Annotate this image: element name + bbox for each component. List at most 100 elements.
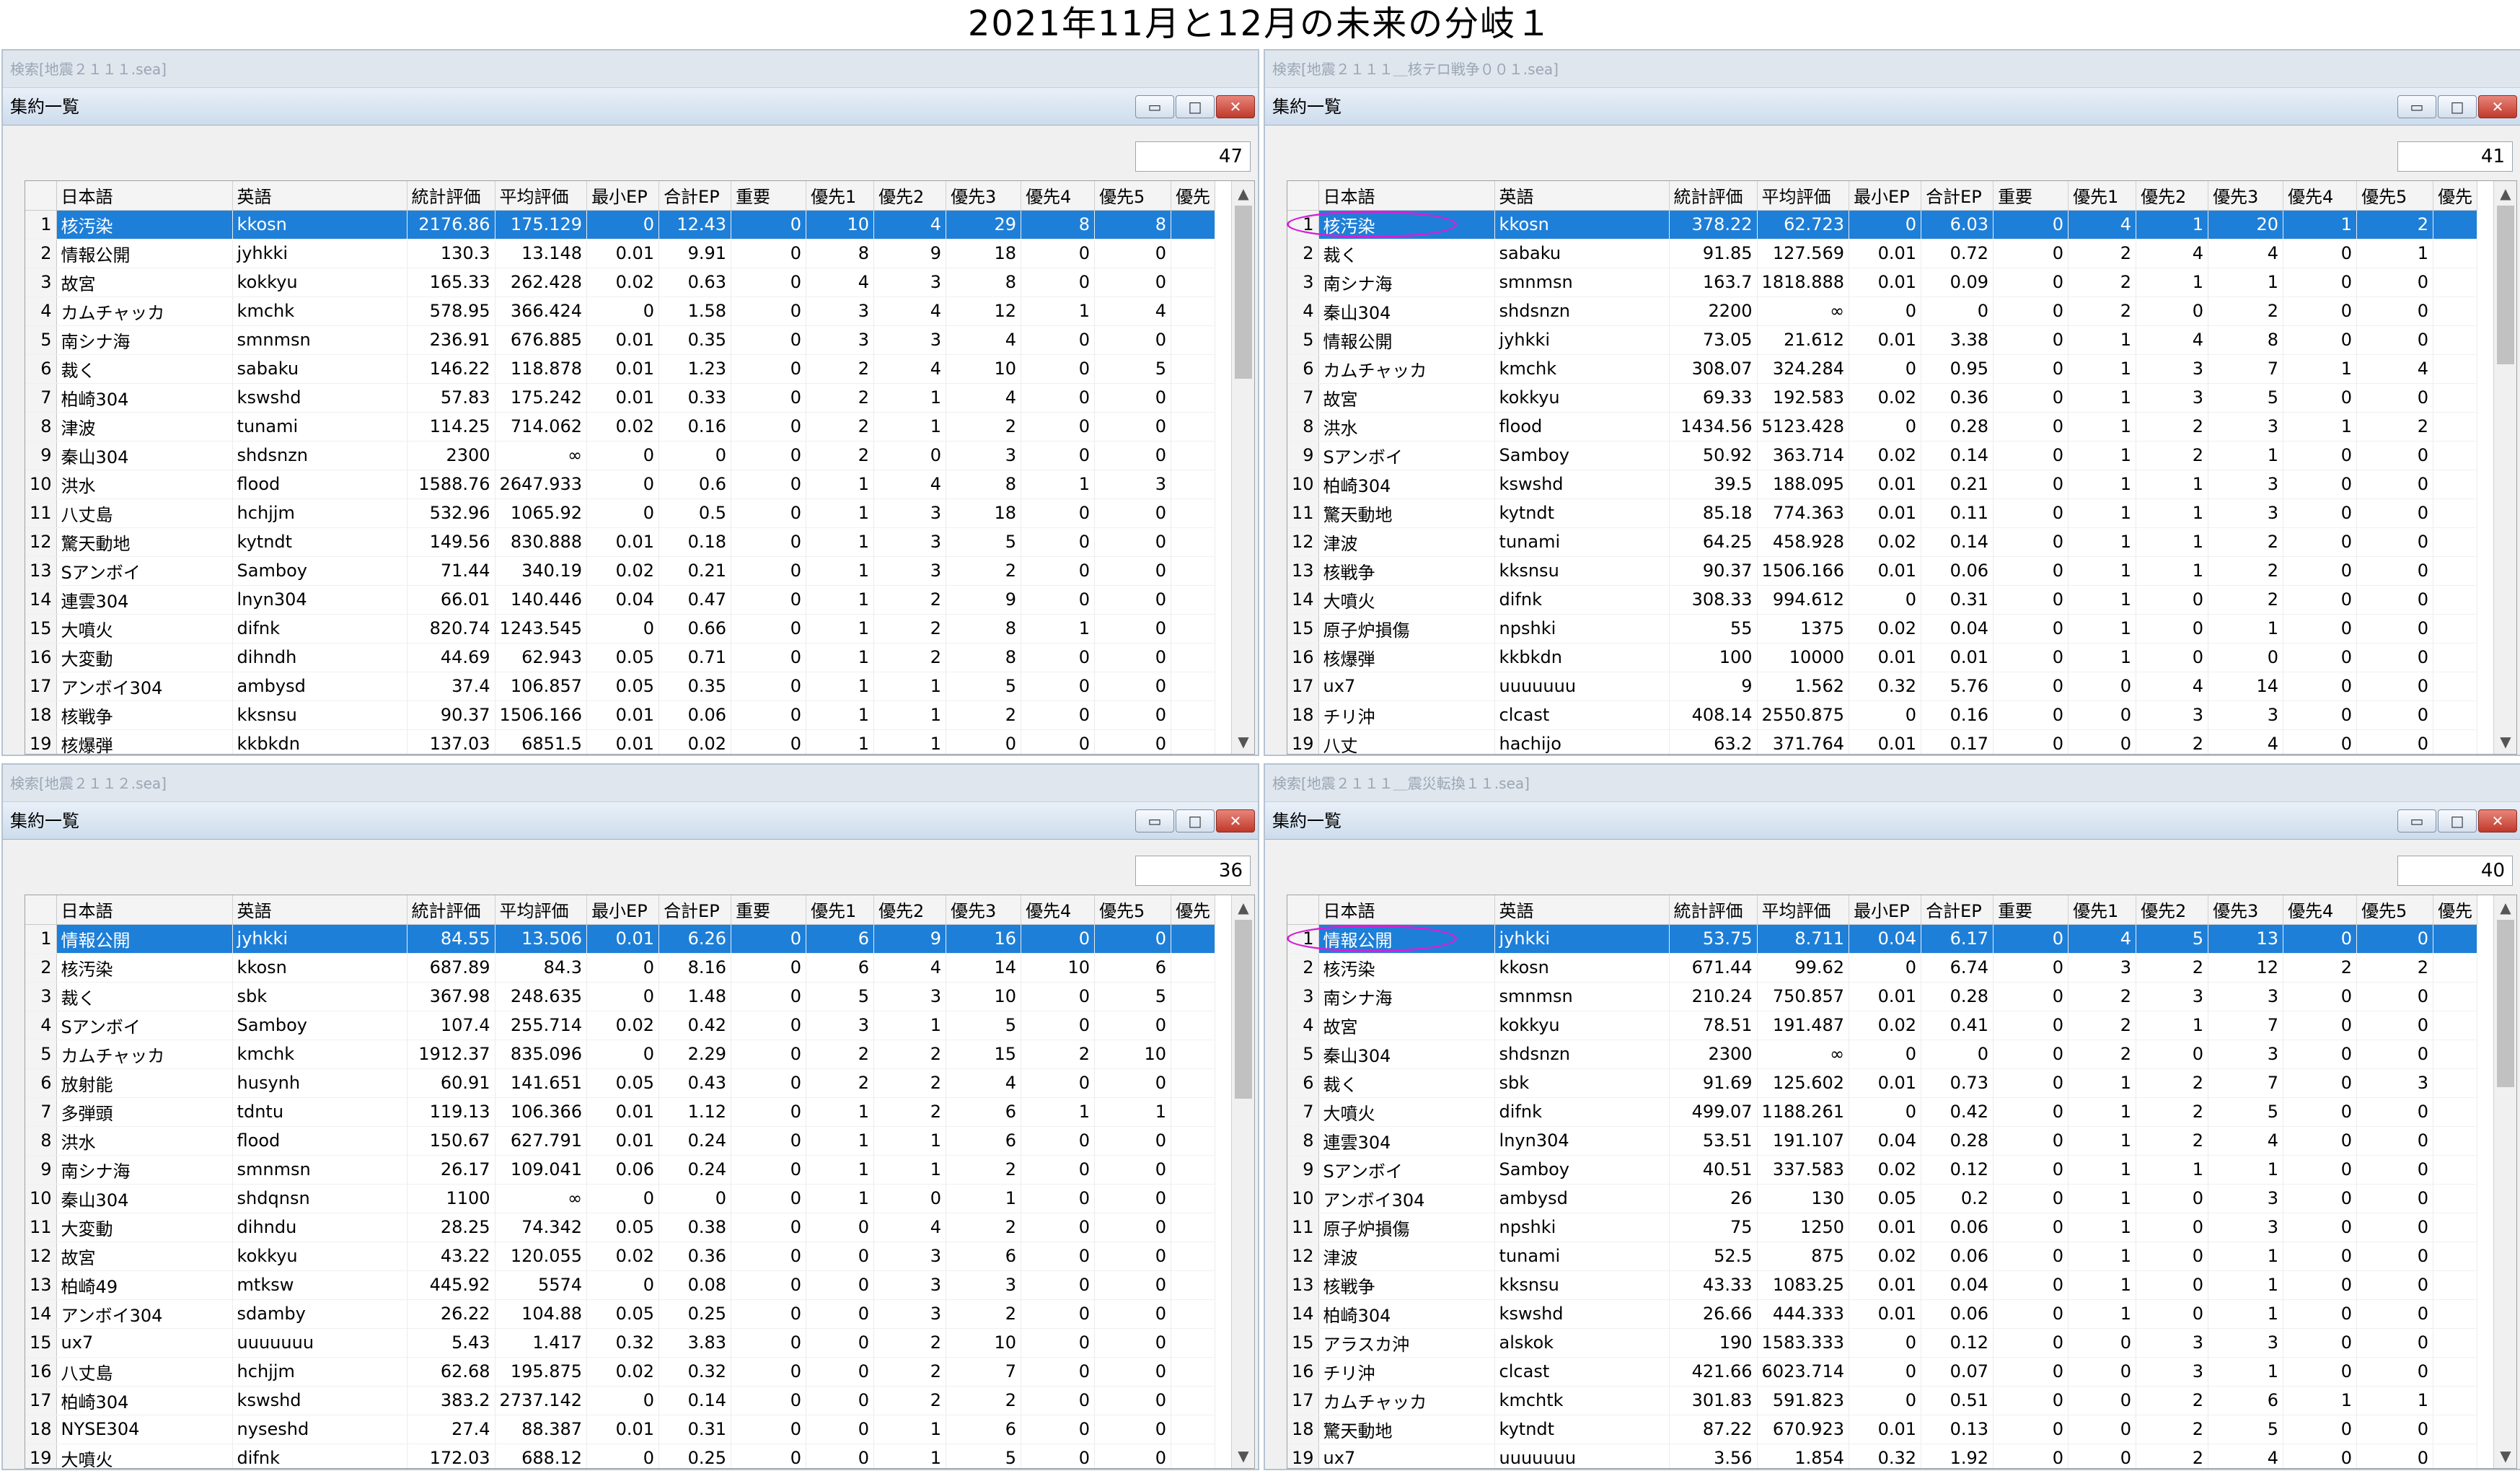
- cell-value[interactable]: [1171, 1444, 1216, 1468]
- cell-english[interactable]: difnk: [232, 614, 407, 643]
- cell-value[interactable]: 0: [2208, 643, 2284, 672]
- cell-english[interactable]: dihndu: [232, 1213, 407, 1242]
- cell-japanese[interactable]: 情報公開: [56, 924, 233, 954]
- cell-value[interactable]: 0: [2356, 672, 2434, 701]
- cell-value[interactable]: 191.487: [1757, 1011, 1850, 1040]
- scroll-up-arrow-icon[interactable]: ▲: [1232, 181, 1254, 206]
- cell-value[interactable]: 130: [1757, 1184, 1850, 1213]
- cell-value[interactable]: 0.21: [658, 556, 732, 586]
- row-number[interactable]: 9: [1287, 441, 1319, 470]
- cell-value[interactable]: 6: [806, 953, 875, 983]
- cell-japanese[interactable]: 情報公開: [56, 239, 233, 268]
- cell-value[interactable]: 0: [1094, 672, 1172, 701]
- cell-value[interactable]: 5: [1094, 354, 1172, 384]
- cell-value[interactable]: 0.42: [1921, 1097, 1994, 1127]
- maximize-button[interactable]: □: [2438, 95, 2477, 118]
- cell-value[interactable]: 1: [806, 498, 875, 528]
- cell-value[interactable]: 6.17: [1921, 924, 1994, 954]
- cell-value[interactable]: 0: [731, 354, 807, 384]
- cell-value[interactable]: 0: [1993, 1444, 2069, 1468]
- cell-value[interactable]: 0.01: [586, 1126, 660, 1156]
- cell-value[interactable]: 4: [2136, 325, 2209, 355]
- table-row[interactable]: 16 核爆弾 kkbkdn 100 10000 0.01 0.01 0 1 0 0 0 0: [1287, 643, 2478, 672]
- cell-value[interactable]: 1: [873, 383, 947, 413]
- cell-value[interactable]: [2433, 296, 2478, 326]
- cell-value[interactable]: 2: [2136, 953, 2209, 983]
- cell-value[interactable]: 0: [1993, 354, 2069, 384]
- cell-english[interactable]: flood: [232, 1126, 407, 1156]
- cell-value[interactable]: 5: [806, 982, 875, 1011]
- cell-value[interactable]: 0: [1094, 383, 1172, 413]
- cell-value[interactable]: 255.714: [495, 1011, 588, 1040]
- cell-english[interactable]: mtksw: [232, 1270, 407, 1300]
- table-row[interactable]: 11 大変動 dihndu 28.25 74.342 0.05 0.38 0 0 4 2 0 0: [25, 1213, 1216, 1242]
- cell-value[interactable]: 50.92: [1669, 441, 1758, 470]
- cell-value[interactable]: 3: [2208, 498, 2284, 528]
- cell-value[interactable]: 1: [806, 614, 875, 643]
- cell-value[interactable]: 1: [2068, 1155, 2137, 1185]
- cell-value[interactable]: 0: [946, 729, 1022, 754]
- row-number[interactable]: 15: [1287, 1328, 1319, 1358]
- cell-value[interactable]: 0.01: [586, 383, 660, 413]
- table-row[interactable]: 13 核戦争 kksnsu 90.37 1506.166 0.01 0.06 0 1 1 2 0 0: [1287, 556, 2478, 586]
- cell-value[interactable]: 0: [1021, 527, 1096, 557]
- cell-value[interactable]: [2433, 354, 2478, 384]
- cell-value[interactable]: 0: [1094, 700, 1172, 730]
- cell-value[interactable]: 2: [2068, 1011, 2137, 1040]
- cell-value[interactable]: 0.2: [1921, 1184, 1994, 1213]
- cell-value[interactable]: 1: [2208, 268, 2284, 297]
- cell-value[interactable]: 0.14: [1921, 441, 1994, 470]
- cell-english[interactable]: shdsnzn: [232, 441, 407, 470]
- cell-value[interactable]: 1: [2068, 325, 2137, 355]
- table-row[interactable]: 7 故宮 kokkyu 69.33 192.583 0.02 0.36 0 1 3 5 0 0: [1287, 383, 2478, 413]
- cell-value[interactable]: 0: [1021, 1444, 1096, 1468]
- cell-value[interactable]: 99.62: [1757, 953, 1850, 983]
- row-number[interactable]: 5: [25, 1040, 57, 1069]
- cell-value[interactable]: 0: [731, 729, 807, 754]
- cell-japanese[interactable]: 秦山304: [56, 1184, 233, 1213]
- cell-value[interactable]: 0: [1094, 1126, 1172, 1156]
- row-number[interactable]: 16: [1287, 1357, 1319, 1387]
- column-header[interactable]: 優先2: [873, 181, 947, 211]
- cell-value[interactable]: 363.714: [1757, 441, 1850, 470]
- cell-japanese[interactable]: 津波: [1318, 527, 1495, 557]
- cell-japanese[interactable]: 放射能: [56, 1068, 233, 1098]
- cell-value[interactable]: 1: [806, 1184, 875, 1213]
- row-number[interactable]: 19: [25, 1444, 57, 1468]
- cell-english[interactable]: uuuuuuu: [1494, 1444, 1670, 1468]
- cell-japanese[interactable]: 核汚染: [1318, 953, 1495, 983]
- cell-value[interactable]: 0: [1993, 1415, 2069, 1444]
- cell-english[interactable]: smnmsn: [1494, 982, 1670, 1011]
- cell-value[interactable]: 0.06: [658, 700, 732, 730]
- cell-value[interactable]: 0: [1993, 210, 2069, 240]
- cell-value[interactable]: 0.01: [1849, 470, 1922, 499]
- cell-japanese[interactable]: 南シナ海: [56, 1155, 233, 1185]
- cell-value[interactable]: 0: [873, 441, 947, 470]
- cell-value[interactable]: [2433, 672, 2478, 701]
- cell-value[interactable]: 0: [1094, 1357, 1172, 1387]
- cell-value[interactable]: 0: [1021, 1328, 1096, 1358]
- cell-value[interactable]: 69.33: [1669, 383, 1758, 413]
- cell-value[interactable]: 0.04: [1849, 1126, 1922, 1156]
- row-number[interactable]: 8: [25, 412, 57, 442]
- cell-value[interactable]: 0: [2356, 296, 2434, 326]
- cell-value[interactable]: [1171, 296, 1216, 326]
- cell-value[interactable]: 421.66: [1669, 1357, 1758, 1387]
- cell-english[interactable]: Samboy: [232, 556, 407, 586]
- minimize-button[interactable]: ▭: [1135, 809, 1174, 833]
- cell-english[interactable]: Samboy: [1494, 1155, 1670, 1185]
- cell-value[interactable]: 0: [1094, 1155, 1172, 1185]
- cell-value[interactable]: 4: [946, 383, 1022, 413]
- row-number[interactable]: 5: [1287, 1040, 1319, 1069]
- cell-value[interactable]: 0: [731, 210, 807, 240]
- cell-value[interactable]: 367.98: [407, 982, 495, 1011]
- cell-value[interactable]: 0.02: [1849, 527, 1922, 557]
- cell-value[interactable]: 0: [1094, 1270, 1172, 1300]
- column-header[interactable]: 最小EP: [1849, 895, 1922, 925]
- cell-value[interactable]: 191.107: [1757, 1126, 1850, 1156]
- cell-japanese[interactable]: Sアンボイ: [1318, 1155, 1495, 1185]
- column-header[interactable]: 統計評価: [1669, 181, 1758, 211]
- cell-value[interactable]: 2: [873, 1068, 947, 1098]
- cell-value[interactable]: 1: [806, 672, 875, 701]
- cell-value[interactable]: 0: [2356, 700, 2434, 730]
